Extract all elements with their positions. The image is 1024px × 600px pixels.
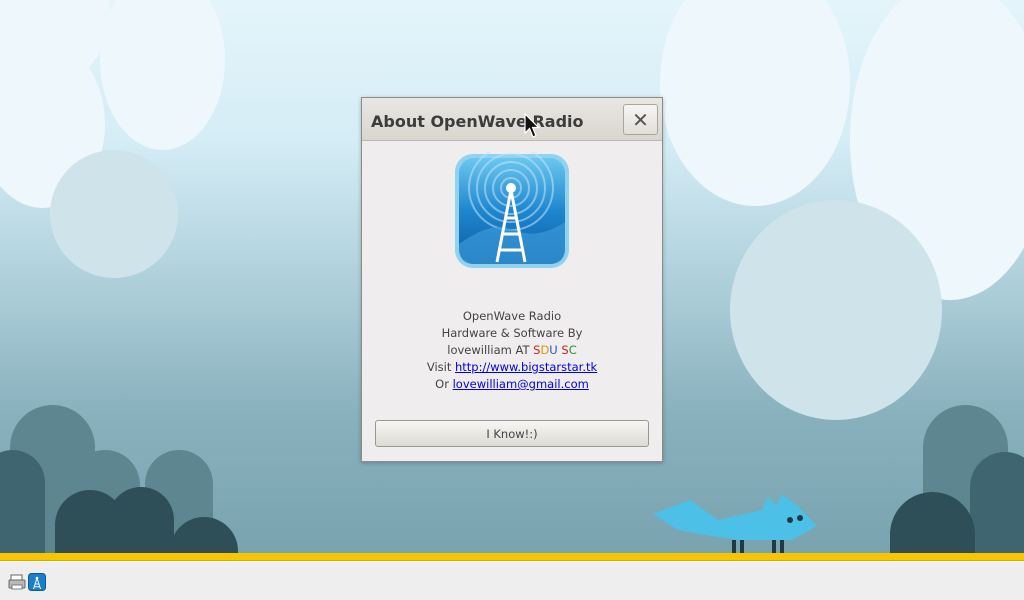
org-letter: C [568,343,577,357]
author-line: lovewilliam AT SDU SC [362,342,662,359]
wallpaper-bush [0,450,45,554]
app-name: OpenWave Radio [462,309,562,323]
wallpaper-bush [108,487,174,554]
wallpaper-cloud [100,0,225,150]
email-link[interactable]: lovewilliam@gmail.com [453,377,589,391]
or-label: Or [435,377,453,391]
i-know-button[interactable]: I Know!:) [375,420,649,447]
org-letter: D [540,343,550,357]
taskbar-accent-stripe [0,553,1024,561]
email-line: Or lovewilliam@gmail.com [362,376,662,393]
wallpaper-cloud [730,200,942,420]
org-name: SDU SC [533,343,577,357]
printer-icon[interactable] [8,573,26,591]
fox-illustration [653,494,817,554]
close-button[interactable]: ✕ [623,104,658,135]
wallpaper-cloud [660,0,850,206]
org-letter: U [549,343,558,357]
openwave-radio-app-icon [455,152,569,268]
visit-line: Visit http://www.bigstarstar.tk [362,359,662,376]
wallpaper-bush [970,452,1024,554]
visit-label: Visit [426,360,455,374]
website-link[interactable]: http://www.bigstarstar.tk [455,360,597,374]
credit-line: Hardware & Software By [441,326,583,340]
about-info: OpenWave Radio Hardware & Software By lo… [362,308,662,393]
mouse-cursor-icon [524,113,540,138]
org-letter: S [561,343,569,357]
about-dialog: About OpenWave Radio ✕ OpenWave Radio Ha… [361,97,663,462]
taskbar [0,561,1024,600]
i-know-label: I Know!:) [486,426,538,441]
dialog-title: About OpenWave Radio [371,112,584,131]
radio-tower-icon[interactable] [28,573,46,591]
close-icon: ✕ [632,107,649,132]
dialog-titlebar[interactable]: About OpenWave Radio ✕ [362,98,662,141]
wallpaper-cloud [50,150,178,278]
author-text: lovewilliam AT [447,343,534,357]
